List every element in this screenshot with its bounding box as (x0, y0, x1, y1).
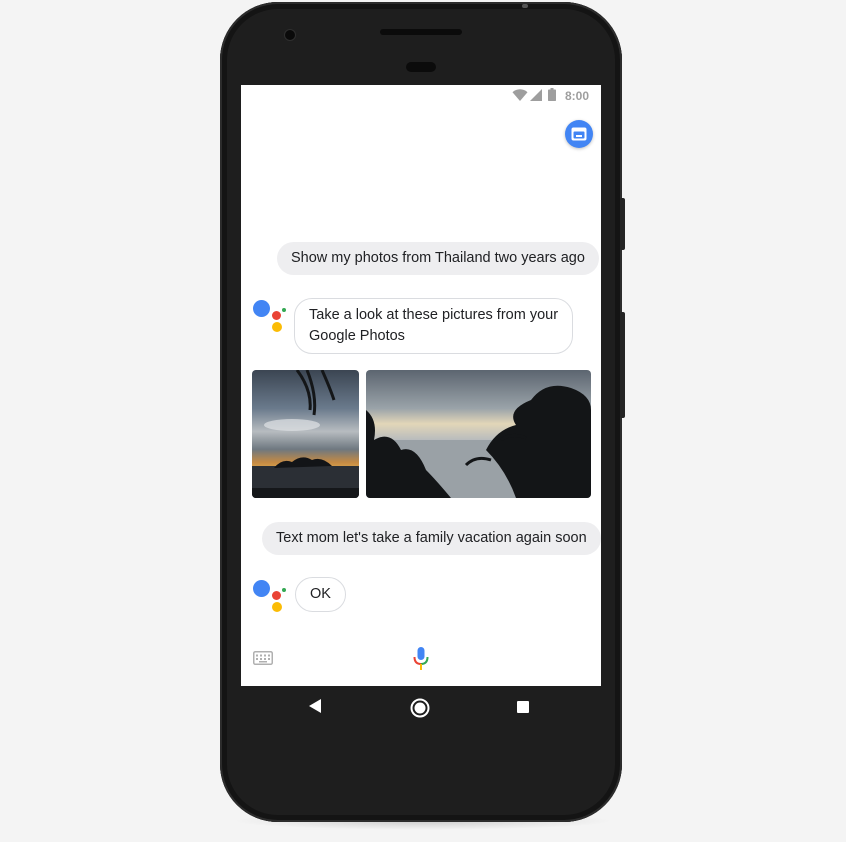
status-time: 8:00 (564, 89, 589, 103)
assistant-reply-bubble: Take a look at these pictures from your … (294, 298, 574, 354)
sunset-photo-island (252, 370, 359, 498)
earpiece-speaker (380, 29, 462, 35)
user-query-bubble: Show my photos from Thailand two years a… (277, 242, 599, 275)
volume-button (620, 312, 625, 418)
front-camera (285, 30, 295, 40)
assistant-logo (252, 578, 288, 614)
mic-icon[interactable] (413, 646, 429, 672)
status-bar: 8:00 (241, 85, 601, 107)
power-button (620, 198, 625, 250)
recents-icon[interactable] (517, 701, 529, 713)
home-icon[interactable] (409, 697, 431, 719)
assistant-logo (252, 298, 288, 334)
signal-icon (530, 89, 542, 101)
keyboard-icon[interactable] (253, 651, 273, 665)
phone-screen: 8:00 Show my photos from Thailand two ye… (241, 85, 601, 686)
top-microphone-hole (522, 4, 528, 8)
back-icon[interactable] (308, 698, 322, 714)
wifi-icon (512, 89, 528, 101)
assistant-panel-button[interactable] (565, 120, 593, 148)
proximity-sensor (406, 62, 436, 72)
photo-thumbnail[interactable] (366, 370, 591, 498)
user-query-bubble: Text mom let's take a family vacation ag… (262, 522, 601, 555)
assistant-reply-line: Google Photos (309, 328, 405, 344)
battery-icon (548, 88, 556, 101)
photo-thumbnail[interactable] (252, 370, 359, 498)
assistant-panel-icon (571, 127, 587, 141)
assistant-reply-bubble: OK (295, 577, 346, 612)
assistant-reply-line: Take a look at these pictures from your (309, 307, 559, 323)
sunset-photo-trees (366, 370, 591, 498)
